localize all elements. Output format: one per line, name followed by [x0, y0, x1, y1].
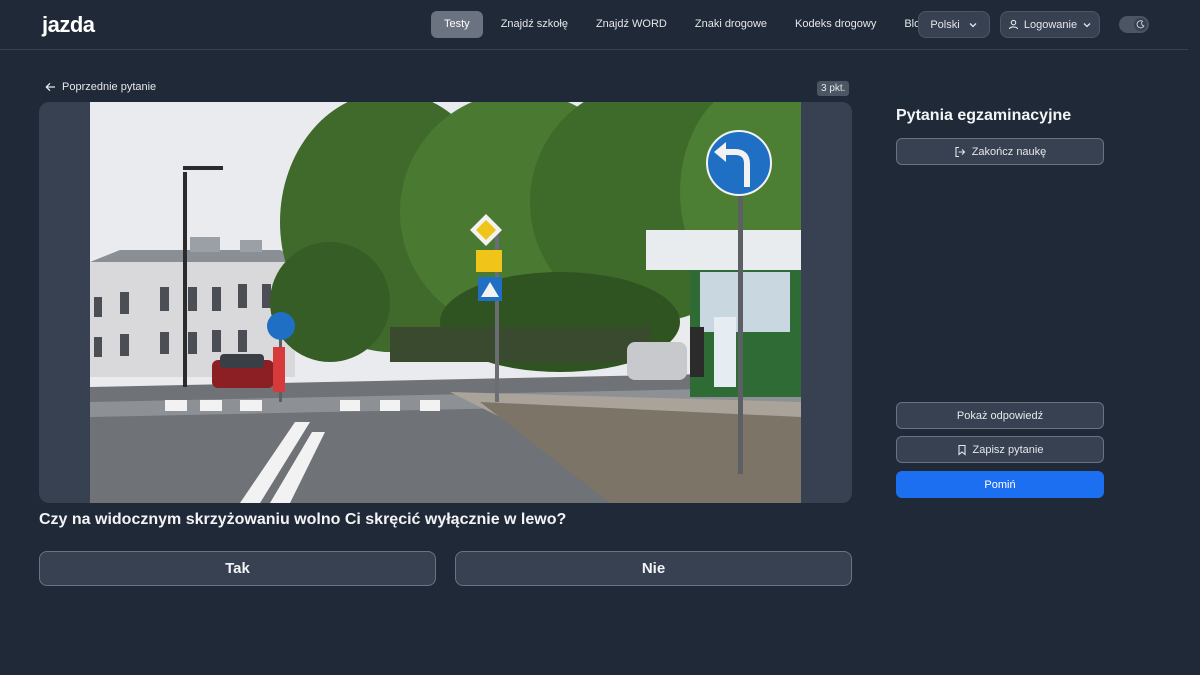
show-answer-button[interactable]: Pokaż odpowiedź	[896, 402, 1104, 429]
nav-item-road-signs[interactable]: Znaki drogowe	[681, 11, 781, 38]
end-learning-label: Zakończ naukę	[971, 145, 1047, 158]
user-icon	[1008, 19, 1019, 30]
arrow-left-icon	[45, 82, 56, 92]
answer-no-button[interactable]: Nie	[455, 551, 852, 586]
language-dropdown[interactable]: Polski	[918, 11, 990, 38]
save-question-label: Zapisz pytanie	[972, 443, 1044, 456]
previous-question-link[interactable]: Poprzednie pytanie	[45, 81, 156, 93]
theme-toggle[interactable]	[1119, 16, 1149, 33]
logo[interactable]: jazda	[42, 12, 95, 38]
skip-button[interactable]: Pomiń	[896, 471, 1104, 498]
skip-label: Pomiń	[984, 478, 1016, 491]
end-learning-button[interactable]: Zakończ naukę	[896, 138, 1104, 165]
chevron-down-icon	[1082, 20, 1092, 30]
log-out-icon	[954, 146, 966, 158]
sidebar-title: Pytania egzaminacyjne	[896, 107, 1072, 124]
nav-item-find-word[interactable]: Znajdź WORD	[582, 11, 681, 38]
question-media	[39, 102, 852, 503]
nav-item-find-school[interactable]: Znajdź szkołę	[487, 11, 582, 38]
nav-item-tests[interactable]: Testy	[431, 11, 483, 38]
chevron-down-icon	[968, 20, 978, 30]
top-header: jazda Testy Znajdź szkołę Znajdź WORD Zn…	[0, 0, 1188, 50]
save-question-button[interactable]: Zapisz pytanie	[896, 436, 1104, 463]
nav-item-road-code[interactable]: Kodeks drogowy	[781, 11, 890, 38]
question-text: Czy na widocznym skrzyżowaniu wolno Ci s…	[39, 511, 567, 528]
points-badge: 3 pkt.	[817, 81, 850, 96]
bookmark-icon	[957, 444, 967, 456]
login-dropdown[interactable]: Logowanie	[1000, 11, 1100, 38]
show-answer-label: Pokaż odpowiedź	[956, 409, 1044, 422]
answer-yes-button[interactable]: Tak	[39, 551, 436, 586]
language-label: Polski	[930, 18, 960, 31]
login-label: Logowanie	[1023, 18, 1078, 31]
moon-icon	[1134, 18, 1147, 31]
main-nav: Testy Znajdź szkołę Znajdź WORD Znaki dr…	[431, 11, 940, 38]
question-photo	[90, 102, 801, 503]
previous-question-label: Poprzednie pytanie	[62, 81, 157, 93]
